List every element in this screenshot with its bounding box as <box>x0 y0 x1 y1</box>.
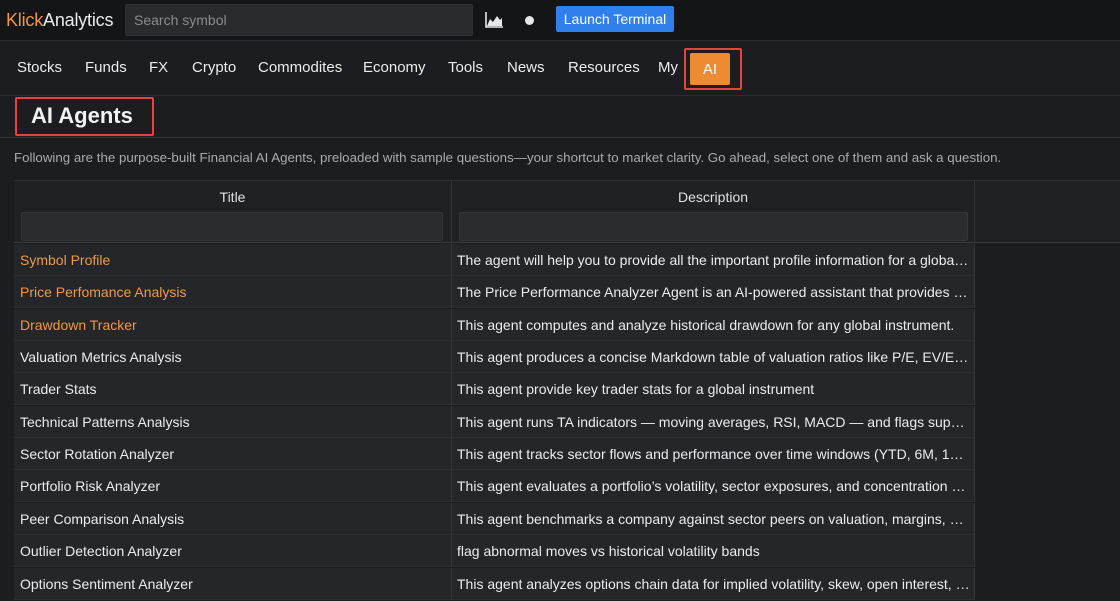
nav-item-commodities[interactable]: Commodites <box>258 59 342 76</box>
agent-description-cell[interactable]: The Price Performance Analyzer Agent is … <box>452 276 975 309</box>
table-row[interactable]: Drawdown Tracker This agent computes and … <box>14 308 975 341</box>
agent-title-cell[interactable]: Technical Patterns Analysis <box>14 405 452 438</box>
search-input[interactable] <box>125 4 473 36</box>
logo-part2: Analytics <box>43 10 114 30</box>
table-row[interactable]: Outlier Detection Analyzer flag abnormal … <box>14 535 975 568</box>
agent-title-cell[interactable]: Drawdown Tracker <box>14 308 452 341</box>
column-header-description[interactable]: Description <box>452 181 975 243</box>
nav-item-tools[interactable]: Tools <box>448 59 483 76</box>
main-nav: Stocks Funds FX Crypto Commodites Econom… <box>0 42 1120 96</box>
agent-title-cell[interactable]: Options Sentiment Analyzer <box>14 567 452 600</box>
page-title: AI Agents <box>31 103 133 128</box>
table-row[interactable]: Trader Stats This agent provide key trade… <box>14 373 975 406</box>
agent-title-cell[interactable]: Price Perfomance Analysis <box>14 276 452 309</box>
table-header: Title Description <box>14 180 1120 243</box>
agent-description-cell[interactable]: flag abnormal moves vs historical volati… <box>452 535 975 568</box>
column-header-title[interactable]: Title <box>14 181 452 243</box>
agent-description-cell[interactable]: This agent evaluates a portfolio’s volat… <box>452 470 975 503</box>
status-dot-icon[interactable] <box>525 16 534 25</box>
nav-item-economy[interactable]: Economy <box>363 59 426 76</box>
agent-title-cell[interactable]: Peer Comparison Analysis <box>14 502 452 535</box>
table-row[interactable]: Technical Patterns Analysis This agent ru… <box>14 405 975 438</box>
table-row[interactable]: Options Sentiment Analyzer This agent ana… <box>14 567 975 600</box>
agents-table: Title Description Symbol Profile The agen… <box>14 180 1120 601</box>
agent-description-cell[interactable]: This agent provide key trader stats for … <box>452 373 975 406</box>
top-bar: KlickAnalytics Launch Terminal <box>0 0 1120 41</box>
table-row[interactable]: Sector Rotation Analyzer This agent track… <box>14 438 975 471</box>
launch-terminal-button[interactable]: Launch Terminal <box>556 6 674 32</box>
agent-title-cell[interactable]: Outlier Detection Analyzer <box>14 535 452 568</box>
table-row[interactable]: Peer Comparison Analysis This agent bench… <box>14 502 975 535</box>
table-empty-area <box>975 243 1120 601</box>
agent-description-cell[interactable]: This agent analyzes options chain data f… <box>452 567 975 600</box>
column-description-label: Description <box>677 189 749 205</box>
agent-title-cell[interactable]: Trader Stats <box>14 373 452 406</box>
agent-description-cell[interactable]: This agent produces a concise Markdown t… <box>452 341 975 374</box>
agent-description-cell[interactable]: This agent tracks sector flows and perfo… <box>452 438 975 471</box>
nav-item-fx[interactable]: FX <box>149 59 168 76</box>
agent-title-cell[interactable]: Sector Rotation Analyzer <box>14 438 452 471</box>
nav-item-news[interactable]: News <box>507 59 545 76</box>
nav-item-funds[interactable]: Funds <box>85 59 127 76</box>
title-filter-input[interactable] <box>21 212 443 241</box>
agent-title-cell[interactable]: Symbol Profile <box>14 244 452 276</box>
table-row[interactable]: Symbol Profile The agent will help you to… <box>14 244 975 276</box>
logo[interactable]: KlickAnalytics <box>6 10 113 31</box>
logo-part1: Klick <box>6 10 44 30</box>
column-title-label: Title <box>219 189 246 205</box>
table-row[interactable]: Price Perfomance Analysis The Price Perfo… <box>14 276 975 309</box>
nav-item-resources[interactable]: Resources <box>568 59 640 76</box>
nav-item-my[interactable]: My <box>658 59 678 76</box>
agent-description-cell[interactable]: This agent computes and analyze historic… <box>452 308 975 341</box>
table-row[interactable]: Valuation Metrics Analysis This agent pro… <box>14 341 975 374</box>
nav-item-stocks[interactable]: Stocks <box>17 59 62 76</box>
agent-title-cell[interactable]: Valuation Metrics Analysis <box>14 341 452 374</box>
description-filter-input[interactable] <box>459 212 968 241</box>
agent-description-cell[interactable]: The agent will help you to provide all t… <box>452 244 975 276</box>
title-divider <box>0 137 1120 138</box>
area-chart-icon[interactable] <box>484 11 504 29</box>
nav-divider <box>0 95 1120 96</box>
agent-description-cell[interactable]: This agent benchmarks a company against … <box>452 502 975 535</box>
table-row[interactable]: Portfolio Risk Analyzer This agent evalua… <box>14 470 975 503</box>
agent-title-cell[interactable]: Portfolio Risk Analyzer <box>14 470 452 503</box>
nav-item-crypto[interactable]: Crypto <box>192 59 236 76</box>
page-intro: Following are the purpose-built Financia… <box>14 150 1002 165</box>
agent-description-cell[interactable]: This agent runs TA indicators — moving a… <box>452 405 975 438</box>
nav-item-ai[interactable]: AI <box>690 53 730 85</box>
